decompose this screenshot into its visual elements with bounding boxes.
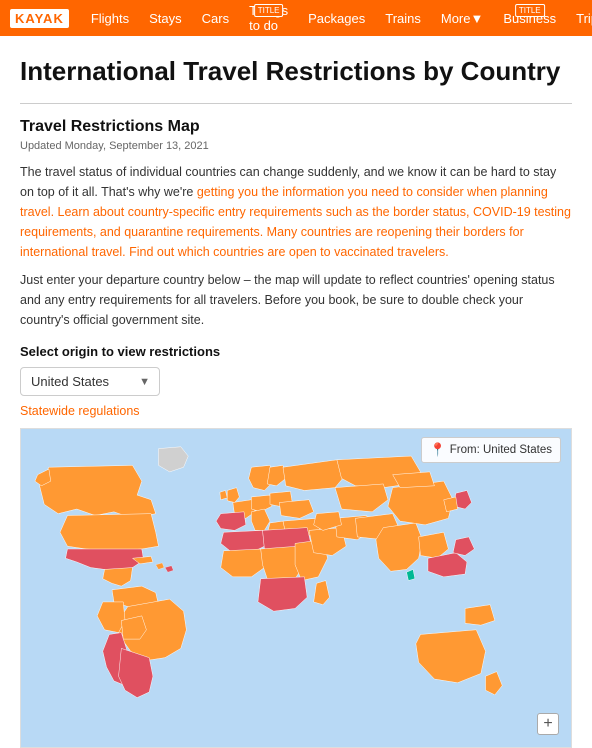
- section-title: Travel Restrictions Map: [20, 118, 572, 136]
- kayak-logo[interactable]: KAYAK: [10, 9, 69, 28]
- nav-business[interactable]: TITLE Business: [493, 0, 566, 36]
- nav-things-to-do[interactable]: TITLE Things to do: [239, 0, 298, 36]
- nav-stays[interactable]: Stays: [139, 0, 192, 36]
- map-svg: [21, 429, 571, 747]
- statewide-link[interactable]: Statewide regulations: [20, 404, 572, 418]
- nav-flights[interactable]: Flights: [81, 0, 139, 36]
- things-to-do-badge: TITLE: [254, 4, 284, 17]
- zoom-in-button[interactable]: +: [537, 713, 559, 735]
- country-select[interactable]: United States Canada United Kingdom Aust…: [20, 367, 160, 396]
- nav-trips[interactable]: Trips: [566, 0, 592, 36]
- nav-trains[interactable]: Trains: [375, 0, 431, 36]
- divider: [20, 103, 572, 104]
- world-map: 📍 From: United States: [20, 428, 572, 748]
- nav-links: Flights Stays Cars TITLE Things to do Pa…: [81, 0, 494, 36]
- navigation: KAYAK Flights Stays Cars TITLE Things to…: [0, 0, 592, 36]
- nav-packages[interactable]: Packages: [298, 0, 375, 36]
- updated-date: Updated Monday, September 13, 2021: [20, 140, 572, 152]
- business-badge: TITLE: [515, 4, 545, 17]
- description-2: Just enter your departure country below …: [20, 270, 572, 330]
- description-1: The travel status of individual countrie…: [20, 162, 572, 262]
- pin-icon: 📍: [430, 442, 446, 458]
- select-label: Select origin to view restrictions: [20, 344, 572, 359]
- nav-cars[interactable]: Cars: [192, 0, 239, 36]
- nav-right: TITLE Business Trips Sign in: [493, 0, 592, 36]
- country-select-wrapper: United States Canada United Kingdom Aust…: [20, 367, 160, 396]
- page-title: International Travel Restrictions by Cou…: [20, 56, 572, 87]
- main-content: International Travel Restrictions by Cou…: [0, 36, 592, 748]
- nav-more[interactable]: More ▼: [431, 0, 494, 36]
- map-from-label: 📍 From: United States: [421, 437, 561, 463]
